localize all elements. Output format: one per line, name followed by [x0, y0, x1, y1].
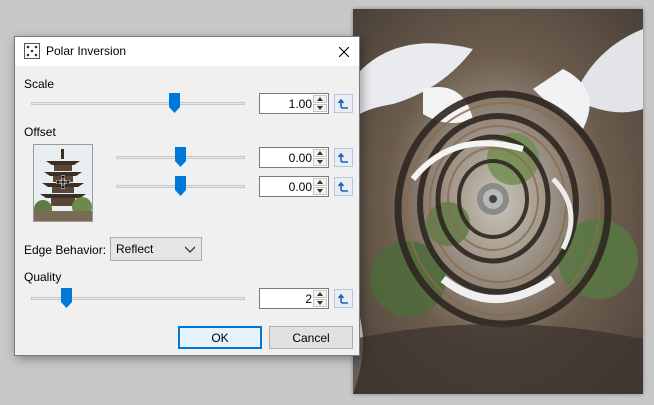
title-bar[interactable]: Polar Inversion [15, 37, 359, 66]
offset-label: Offset [24, 125, 56, 139]
offset-y-slider[interactable] [116, 176, 245, 196]
scale-label: Scale [24, 77, 55, 91]
chevron-up-icon [317, 151, 323, 155]
close-button[interactable] [329, 37, 359, 66]
offset-y-slider-thumb[interactable] [175, 176, 186, 196]
scale-slider-track [31, 102, 245, 105]
offset-position-picker[interactable] [33, 144, 93, 222]
quality-reset-button[interactable] [334, 289, 353, 308]
reset-arrow-icon [337, 98, 348, 109]
chevron-up-icon [317, 97, 323, 101]
polar-inversion-dialog: Polar Inversion Scale 1.00 Offset 0.00 0… [14, 36, 360, 356]
scale-slider-thumb[interactable] [169, 93, 180, 113]
close-icon [339, 46, 349, 57]
quality-spinner[interactable]: 2 [259, 288, 329, 309]
chevron-down-icon [317, 189, 323, 193]
scale-up-arrow[interactable] [313, 95, 327, 103]
polar-inversion-icon [24, 43, 40, 59]
edge-behavior-label: Edge Behavior: [24, 243, 107, 257]
chevron-up-icon [317, 180, 323, 184]
quality-slider[interactable] [31, 288, 245, 308]
offset-x-reset-button[interactable] [334, 148, 353, 167]
quality-up-arrow[interactable] [313, 290, 327, 298]
reset-arrow-icon [337, 181, 348, 192]
quality-down-arrow[interactable] [313, 299, 327, 307]
offset-y-spinner[interactable]: 0.00 [259, 176, 329, 197]
cancel-button[interactable]: Cancel [269, 326, 353, 349]
offset-y-value: 0.00 [288, 180, 312, 194]
move-crosshair-icon[interactable] [56, 175, 70, 189]
offset-x-up-arrow[interactable] [313, 149, 327, 157]
chevron-down-icon [317, 160, 323, 164]
effect-preview-canvas [353, 9, 643, 394]
edge-behavior-selected: Reflect [116, 242, 154, 256]
scale-reset-button[interactable] [334, 94, 353, 113]
reset-arrow-icon [337, 152, 348, 163]
offset-x-slider-thumb[interactable] [175, 147, 186, 167]
quality-value: 2 [305, 292, 312, 306]
quality-label: Quality [24, 270, 62, 284]
offset-x-slider[interactable] [116, 147, 245, 167]
chevron-up-icon [317, 292, 323, 296]
offset-y-reset-button[interactable] [334, 177, 353, 196]
offset-x-value: 0.00 [288, 151, 312, 165]
offset-x-down-arrow[interactable] [313, 158, 327, 166]
scale-slider[interactable] [31, 93, 245, 113]
quality-slider-thumb[interactable] [61, 288, 72, 308]
chevron-down-icon [317, 106, 323, 110]
scale-down-arrow[interactable] [313, 104, 327, 112]
scale-value: 1.00 [288, 97, 312, 111]
offset-y-down-arrow[interactable] [313, 187, 327, 195]
offset-x-spinner[interactable]: 0.00 [259, 147, 329, 168]
reset-arrow-icon [337, 293, 348, 304]
scale-spinner[interactable]: 1.00 [259, 93, 329, 114]
ok-button[interactable]: OK [178, 326, 262, 349]
chevron-down-icon [185, 246, 195, 253]
offset-y-up-arrow[interactable] [313, 178, 327, 186]
dialog-title: Polar Inversion [46, 44, 127, 58]
chevron-down-icon [317, 301, 323, 305]
edge-behavior-dropdown[interactable]: Reflect [110, 237, 202, 261]
polar-inversion-preview-image [353, 9, 643, 394]
